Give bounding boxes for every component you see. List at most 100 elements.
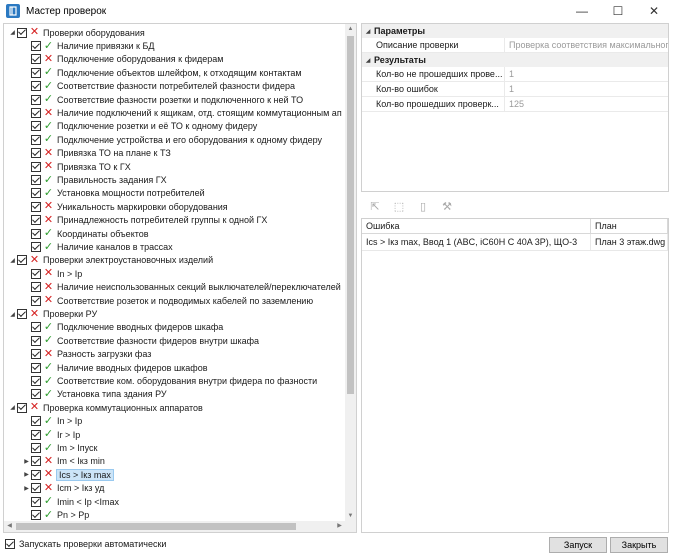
tree-check-row[interactable]: ✓ Подключение устройства и его оборудован… (22, 133, 322, 146)
tree-row-checkbox[interactable] (17, 402, 27, 413)
tree-check-row[interactable]: ✕ Наличие неиспользованных секций выключа… (22, 281, 341, 294)
scroll-up-arrow-icon[interactable]: ▲ (345, 24, 356, 35)
tree-row-checkbox[interactable] (31, 108, 41, 119)
tree-check-row[interactable]: ✕ Разность загрузки фаз (22, 348, 151, 361)
tree-row-checkbox[interactable] (31, 242, 41, 253)
property-category[interactable]: ◢ Параметры (362, 24, 668, 38)
document-icon[interactable]: ▯ (415, 198, 431, 214)
property-row[interactable]: Кол-во не прошедших прове... 1 (362, 67, 668, 82)
error-row[interactable]: Ics > Iкз max, Ввод 1 (ABC, iC60H C 40A … (362, 234, 668, 251)
property-category[interactable]: ◢ Результаты (362, 53, 668, 67)
tree-check-row[interactable]: ✓ Pn > Pp (22, 508, 89, 521)
tree-check-row[interactable]: ✓ Соответствие фазности розетки и подключ… (22, 93, 303, 106)
property-row[interactable]: Кол-во прошедших проверк... 125 (362, 97, 668, 112)
tree-row-checkbox[interactable] (31, 134, 41, 145)
tree-check-row[interactable]: ✓ Установка типа здания РУ (22, 388, 167, 401)
maximize-button[interactable]: ☐ (601, 0, 635, 22)
tree-row-checkbox[interactable] (31, 121, 41, 132)
tree-check-row[interactable]: ✓ In > Ip (22, 415, 82, 428)
tree-row-checkbox[interactable] (31, 161, 41, 172)
collapse-arrow-icon[interactable]: ◢ (8, 257, 17, 264)
tree-row-checkbox[interactable] (31, 429, 41, 440)
scroll-thumb[interactable] (347, 36, 354, 394)
expand-arrow-icon[interactable]: ▶ (22, 458, 31, 465)
tree-row-checkbox[interactable] (31, 496, 41, 507)
tree-row-checkbox[interactable] (31, 282, 41, 293)
tree-row-checkbox[interactable] (31, 295, 41, 306)
tree-row-checkbox[interactable] (31, 94, 41, 105)
tree-row-checkbox[interactable] (31, 443, 41, 454)
tree-row-checkbox[interactable] (31, 201, 41, 212)
tree-row-checkbox[interactable] (31, 389, 41, 400)
tree-check-row[interactable]: ✕ Уникальность маркировки оборудования (22, 200, 228, 213)
tree-check-row[interactable]: ✓ Соответствие фазности потребителей фазн… (22, 80, 295, 93)
checks-tree[interactable]: ◢ ✕ Проверки оборудования ✓ Наличие привязки… (3, 23, 357, 533)
tree-group-row[interactable]: ◢ ✕ Проверка коммутационных аппаратов (8, 401, 203, 414)
tree-row-checkbox[interactable] (31, 456, 41, 467)
tree-vertical-scrollbar[interactable]: ▲ ▼ (345, 24, 356, 522)
tree-check-row[interactable]: ✓ Подключение розетки и её ТО к одному фи… (22, 120, 257, 133)
close-window-button[interactable]: ✕ (637, 0, 671, 22)
tree-row-checkbox[interactable] (31, 322, 41, 333)
tree-row-checkbox[interactable] (17, 27, 27, 38)
tree-check-row[interactable]: ✓ Ir > Ip (22, 428, 80, 441)
tree-check-row[interactable]: ✓ Соответствие фазности фидеров внутри шк… (22, 334, 259, 347)
close-button[interactable]: Закрыть (610, 537, 668, 553)
tree-check-row[interactable]: ▶ ✕ Im < Iкз min (22, 455, 105, 468)
tree-check-row[interactable]: ✓ Наличие вводных фидеров шкафов (22, 361, 208, 374)
tree-row-checkbox[interactable] (31, 510, 41, 521)
column-header-plan[interactable]: План (591, 219, 668, 233)
tree-check-row[interactable]: ✕ Соответствие розеток и подводимых кабел… (22, 294, 313, 307)
collapse-arrow-icon[interactable]: ◢ (362, 57, 374, 64)
tree-check-row[interactable]: ▶ ✕ Ics > Iкз max (22, 468, 114, 481)
tree-row-checkbox[interactable] (31, 81, 41, 92)
tree-check-row[interactable]: ✓ Соответствие ком. оборудования внутри ф… (22, 374, 317, 387)
collapse-arrow-icon[interactable]: ◢ (8, 29, 17, 36)
tree-check-row[interactable]: ✓ Установка мощности потребителей (22, 187, 205, 200)
tree-check-row[interactable]: ✓ Наличие привязки к БД (22, 39, 155, 52)
collapse-arrow-icon[interactable]: ◢ (362, 28, 374, 35)
tree-row-checkbox[interactable] (31, 215, 41, 226)
tree-row-checkbox[interactable] (31, 416, 41, 427)
collapse-arrow-icon[interactable]: ◢ (8, 311, 17, 318)
property-row[interactable]: Описание проверки Проверка соответствия м… (362, 38, 668, 53)
tree-row-checkbox[interactable] (31, 41, 41, 52)
tree-check-row[interactable]: ✕ Подключение оборудования к фидерам (22, 53, 223, 66)
tree-row-checkbox[interactable] (17, 309, 27, 320)
tree-check-row[interactable]: ✓ Подключение вводных фидеров шкафа (22, 321, 223, 334)
tree-group-row[interactable]: ◢ ✕ Проверки электроустановочных изделий (8, 254, 213, 267)
tree-check-row[interactable]: ✕ Принадлежность потребителей группы к од… (22, 214, 267, 227)
property-row[interactable]: Кол-во ошибок 1 (362, 82, 668, 97)
tree-group-row[interactable]: ◢ ✕ Проверки РУ (8, 307, 97, 320)
tools-icon[interactable]: ⚒ (439, 198, 455, 214)
tree-check-row[interactable]: ✓ Подключение объектов шлейфом, к отходящ… (22, 66, 302, 79)
export-icon[interactable]: ⇱ (367, 198, 383, 214)
tree-row-checkbox[interactable] (31, 335, 41, 346)
tree-check-row[interactable]: ✕ Привязка ТО к ГХ (22, 160, 131, 173)
tree-row-checkbox[interactable] (17, 255, 27, 266)
tree-check-row[interactable]: ✓ Im > Iпуск (22, 441, 97, 454)
tree-row-checkbox[interactable] (31, 188, 41, 199)
zoom-to-icon[interactable]: ⬚ (391, 198, 407, 214)
tree-check-row[interactable]: ✓ Наличие каналов в трассах (22, 240, 173, 253)
tree-check-row[interactable]: ✓ Imin < Ip <Imax (22, 495, 119, 508)
tree-check-row[interactable]: ✕ Привязка ТО на плане к ТЗ (22, 147, 171, 160)
tree-check-row[interactable]: ▶ ✕ Icm > Iкз уд (22, 482, 104, 495)
tree-group-row[interactable]: ◢ ✕ Проверки оборудования (8, 26, 145, 39)
tree-row-checkbox[interactable] (31, 376, 41, 387)
expand-arrow-icon[interactable]: ▶ (22, 485, 31, 492)
tree-check-row[interactable]: ✓ Координаты объектов (22, 227, 149, 240)
tree-row-checkbox[interactable] (31, 148, 41, 159)
tree-row-checkbox[interactable] (31, 54, 41, 65)
tree-row-checkbox[interactable] (31, 67, 41, 78)
tree-row-checkbox[interactable] (31, 469, 41, 480)
auto-run-checkbox[interactable] (5, 539, 15, 549)
column-header-error[interactable]: Ошибка (362, 219, 591, 233)
minimize-button[interactable]: — (565, 0, 599, 22)
hscroll-thumb[interactable] (16, 523, 296, 530)
tree-row-checkbox[interactable] (31, 349, 41, 360)
tree-check-row[interactable]: ✓ Правильность задания ГХ (22, 173, 167, 186)
tree-horizontal-scrollbar[interactable]: ◀ ▶ (4, 521, 356, 532)
expand-arrow-icon[interactable]: ▶ (22, 471, 31, 478)
tree-row-checkbox[interactable] (31, 483, 41, 494)
